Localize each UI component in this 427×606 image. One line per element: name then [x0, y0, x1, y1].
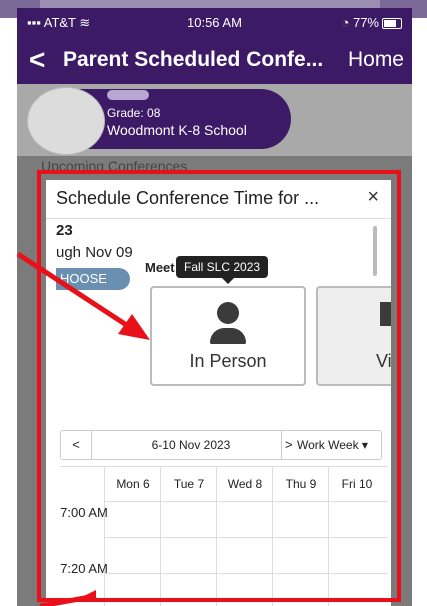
annotation-arrows: [16, 251, 150, 606]
annotation-arrow-head: [118, 314, 150, 340]
annotation-arrow-line: [16, 251, 130, 329]
